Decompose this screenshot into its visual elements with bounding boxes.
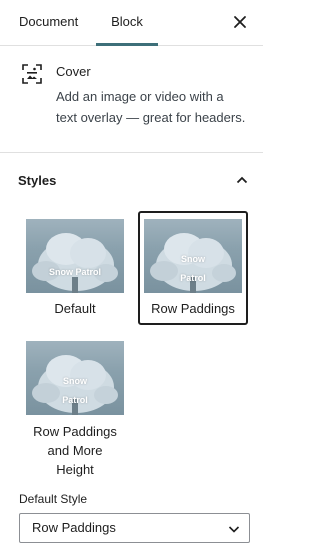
default-style-label: Default Style xyxy=(19,492,88,506)
style-thumbnail: Snow Patrol xyxy=(144,219,242,293)
block-card: Cover Add an image or video with a text … xyxy=(0,46,263,153)
close-icon[interactable] xyxy=(229,11,251,33)
block-title: Cover xyxy=(56,64,91,79)
thumbnail-text-line-2: Patrol xyxy=(62,395,88,405)
style-option-label-line-3: Height xyxy=(56,462,94,477)
thumbnail-text: Snow Patrol xyxy=(48,267,101,277)
styles-panel-header[interactable]: Styles xyxy=(0,153,263,209)
thumbnail-text-line-1: Snow xyxy=(181,254,205,264)
cover-icon xyxy=(22,64,42,84)
tab-document[interactable]: Document xyxy=(19,0,83,46)
style-option-label-line-1: Row Paddings xyxy=(33,424,117,439)
sidebar-tabs: Document Block xyxy=(0,0,263,46)
thumbnail-text-line-2: Patrol xyxy=(180,273,206,283)
styles-panel-title: Styles xyxy=(18,173,57,188)
style-thumbnail: Snow Patrol xyxy=(26,341,124,415)
block-description: Add an image or video with a text overla… xyxy=(56,89,246,125)
thumbnail-text-line-1: Snow xyxy=(63,376,87,386)
style-option-label: Default xyxy=(54,301,96,316)
style-option-row-paddings[interactable]: Snow Patrol Row Paddings xyxy=(138,211,248,325)
chevron-down-icon xyxy=(228,526,240,533)
default-style-value: Row Paddings xyxy=(32,520,116,535)
style-option-row-paddings-more-height[interactable]: Snow Patrol Row Paddings and More Height xyxy=(20,333,130,479)
tab-block[interactable]: Block xyxy=(96,0,158,46)
style-option-default[interactable]: Snow Patrol Default xyxy=(20,211,130,325)
style-thumbnail: Snow Patrol xyxy=(26,219,124,293)
default-style-select[interactable]: Row Paddings xyxy=(19,513,250,543)
style-option-label-line-2: and More xyxy=(47,443,103,458)
style-option-label: Row Paddings xyxy=(151,301,235,316)
chevron-up-icon[interactable] xyxy=(235,173,249,187)
